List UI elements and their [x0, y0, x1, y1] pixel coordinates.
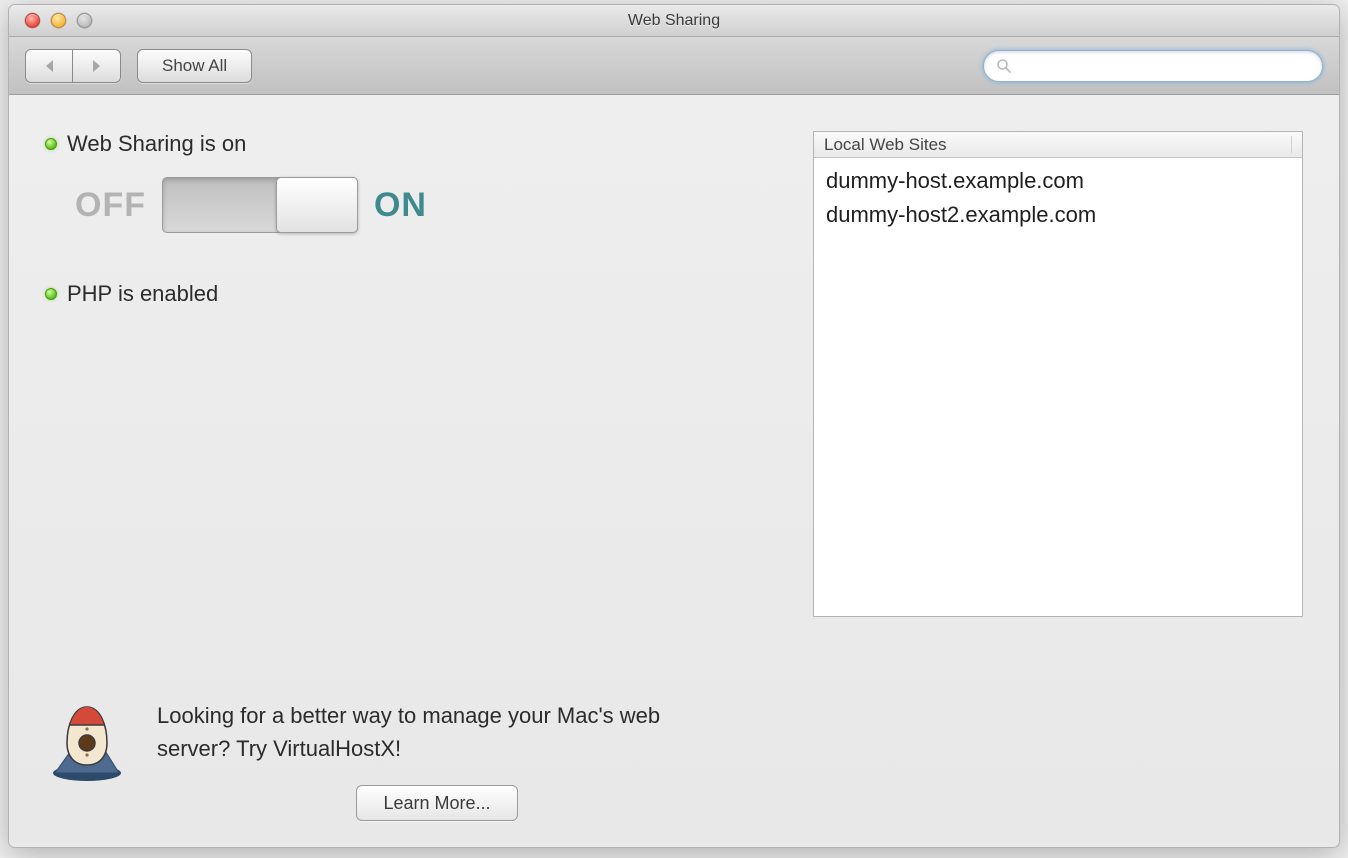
toggle-off-label: OFF: [75, 186, 146, 225]
learn-more-button[interactable]: Learn More...: [356, 785, 517, 821]
titlebar: Web Sharing: [9, 5, 1339, 37]
local-sites-header[interactable]: Local Web Sites: [814, 132, 1302, 158]
toggle-thumb: [276, 177, 358, 233]
search-field[interactable]: [983, 50, 1323, 82]
prefpane-window: Web Sharing Show All Web: [8, 4, 1340, 848]
site-item[interactable]: dummy-host.example.com: [814, 164, 1302, 198]
content: Web Sharing is on OFF ON PHP is enabled …: [9, 95, 1339, 847]
promo-text: Looking for a better way to manage your …: [157, 699, 717, 765]
websharing-toggle-row: OFF ON: [75, 177, 773, 233]
learn-more-label: Learn More...: [383, 793, 490, 813]
back-button[interactable]: [25, 49, 73, 83]
promo-section: Looking for a better way to manage your …: [45, 699, 1303, 821]
window-title: Web Sharing: [9, 12, 1339, 30]
status-indicator-icon: [45, 288, 57, 300]
back-icon: [42, 58, 56, 74]
sites-column: Local Web Sites dummy-host.example.comdu…: [813, 131, 1303, 675]
search-input[interactable]: [1020, 57, 1310, 75]
websharing-status: Web Sharing is on: [45, 131, 773, 157]
nav-buttons: [25, 49, 121, 83]
learn-more-row: Learn More...: [157, 785, 717, 821]
websharing-status-text: Web Sharing is on: [67, 131, 246, 157]
show-all-label: Show All: [162, 56, 227, 76]
show-all-button[interactable]: Show All: [137, 49, 252, 83]
close-window-button[interactable]: [25, 13, 40, 28]
php-status: PHP is enabled: [45, 281, 773, 307]
zoom-window-button[interactable]: [77, 13, 92, 28]
toolbar: Show All: [9, 37, 1339, 95]
site-item[interactable]: dummy-host2.example.com: [814, 198, 1302, 232]
search-icon: [996, 58, 1012, 74]
toggle-on-label: ON: [374, 186, 427, 225]
forward-button[interactable]: [73, 49, 121, 83]
status-column: Web Sharing is on OFF ON PHP is enabled: [45, 131, 773, 675]
minimize-window-button[interactable]: [51, 13, 66, 28]
local-sites-list[interactable]: dummy-host.example.comdummy-host2.exampl…: [814, 158, 1302, 616]
php-status-text: PHP is enabled: [67, 281, 218, 307]
traffic-lights: [9, 13, 92, 28]
status-indicator-icon: [45, 138, 57, 150]
websharing-toggle-switch[interactable]: [162, 177, 358, 233]
local-sites-panel: Local Web Sites dummy-host.example.comdu…: [813, 131, 1303, 617]
virtualhostx-icon: [45, 699, 129, 783]
forward-icon: [90, 58, 104, 74]
